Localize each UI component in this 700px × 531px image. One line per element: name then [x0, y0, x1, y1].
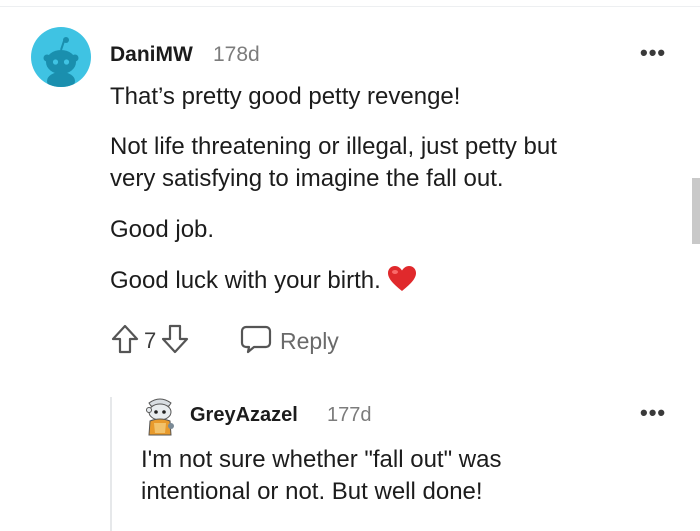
reply-author[interactable]: GreyAzazel	[190, 404, 298, 427]
heart-emoji-icon	[387, 266, 417, 294]
overflow-dots-icon[interactable]: •••	[640, 400, 666, 426]
reply-line-2: intentional or not. But well done!	[141, 478, 483, 505]
reply-avatar-icon[interactable]	[141, 395, 179, 437]
scrollbar-thumb[interactable]	[692, 178, 700, 244]
snoo-avatar-icon[interactable]	[31, 27, 91, 87]
comment-paragraph-2-line-1: Not life threatening or illegal, just pe…	[110, 133, 557, 160]
thread-line[interactable]	[110, 397, 112, 531]
comment-author[interactable]: DaniMW	[110, 43, 193, 67]
upvote-arrow-icon[interactable]	[110, 323, 140, 360]
reply-label: Reply	[280, 327, 339, 354]
reply-age: 177d	[327, 404, 372, 426]
overflow-dots-icon[interactable]: •••	[640, 40, 666, 66]
comment-paragraph-4-text: Good luck with your birth.	[110, 267, 381, 294]
vote-controls: 7	[110, 323, 190, 359]
reply-line-1: I'm not sure whether "fall out" was	[141, 446, 502, 473]
vote-count: 7	[144, 328, 157, 353]
downvote-arrow-icon[interactable]	[160, 323, 190, 360]
reply-button[interactable]: Reply	[240, 323, 339, 359]
comment-bubble-icon	[240, 324, 272, 359]
comment-paragraph-1: That’s pretty good petty revenge!	[110, 83, 461, 110]
comment-paragraph-3: Good job.	[110, 216, 215, 243]
comment-age: 178d	[213, 43, 260, 66]
comment-paragraph-4: Good luck with your birth.	[110, 265, 417, 297]
top-divider	[0, 6, 700, 7]
comment-paragraph-2-line-2: very satisfying to imagine the fall out.	[110, 165, 504, 192]
